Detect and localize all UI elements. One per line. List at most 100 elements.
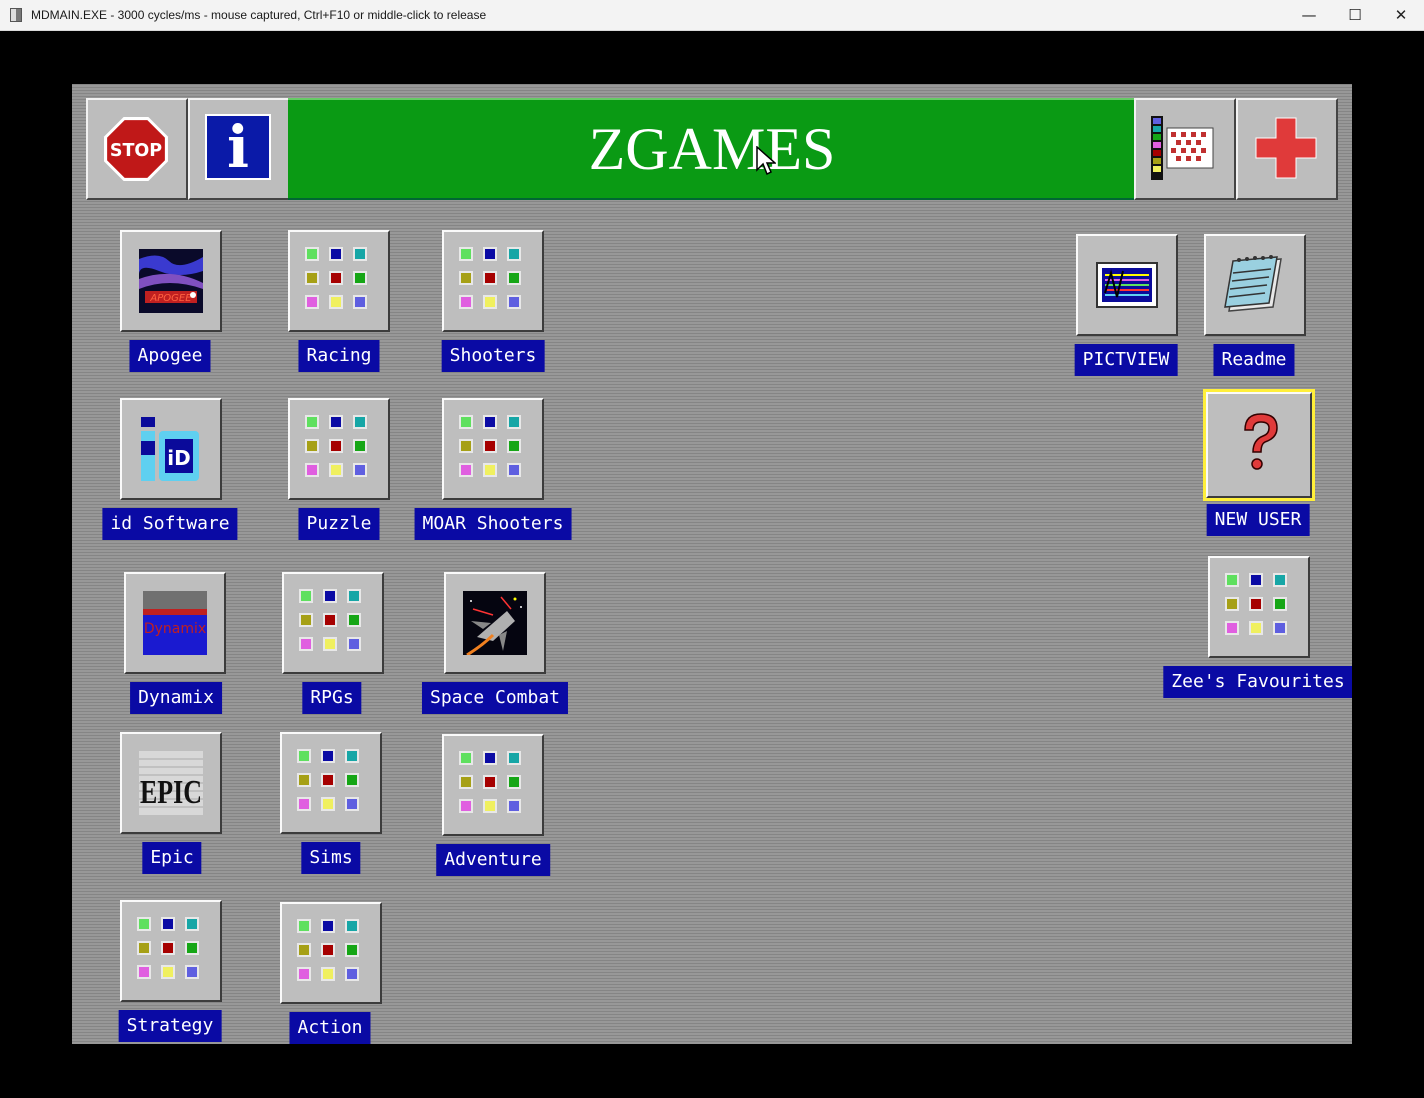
color-square — [321, 749, 335, 763]
space-combat-label[interactable]: Space Combat — [421, 682, 569, 714]
sims-label[interactable]: Sims — [301, 842, 361, 874]
shooters-icon-button[interactable] — [442, 230, 544, 332]
color-square — [305, 415, 319, 429]
minimize-button[interactable]: — — [1286, 0, 1332, 30]
shooters-label[interactable]: Shooters — [441, 340, 545, 372]
color-square — [329, 439, 343, 453]
apogee-logo-icon: APOGEE — [139, 249, 203, 313]
apogee-icon-button[interactable]: APOGEE — [120, 230, 222, 332]
color-square — [345, 773, 359, 787]
moar-shooters-label[interactable]: MOAR Shooters — [414, 508, 572, 540]
rpgs-label[interactable]: RPGs — [302, 682, 362, 714]
program-group-icon — [299, 589, 367, 657]
color-square — [459, 799, 473, 813]
adventure-label[interactable]: Adventure — [436, 844, 550, 876]
program-group-icon — [297, 919, 365, 987]
apogee-logo-text: APOGEE — [149, 293, 192, 304]
color-square — [299, 637, 313, 651]
color-square — [483, 775, 497, 789]
color-square — [137, 941, 151, 955]
color-square — [1225, 573, 1239, 587]
question-mark-icon — [1244, 413, 1278, 470]
apogee-label[interactable]: Apogee — [129, 340, 211, 372]
color-square — [353, 415, 367, 429]
color-square — [459, 463, 473, 477]
color-square — [507, 295, 521, 309]
color-square — [353, 271, 367, 285]
zees-favourites-icon-button[interactable] — [1208, 556, 1310, 658]
color-square — [323, 637, 337, 651]
puzzle-label[interactable]: Puzzle — [298, 508, 380, 540]
color-square — [305, 295, 319, 309]
racing-label[interactable]: Racing — [298, 340, 380, 372]
epic-icon-button[interactable]: EPIC — [120, 732, 222, 834]
color-square — [297, 919, 311, 933]
notepad-icon — [1224, 255, 1282, 312]
id-software-logo-icon: iD — [141, 417, 199, 481]
palette-grid-icon — [1151, 116, 1214, 180]
color-square — [507, 439, 521, 453]
id-software-icon-button[interactable]: iD — [120, 398, 222, 500]
color-square — [329, 271, 343, 285]
window-titlebar[interactable]: MDMAIN.EXE - 3000 cycles/ms - mouse capt… — [0, 0, 1424, 31]
color-square — [459, 415, 473, 429]
id-software-label[interactable]: id Software — [102, 508, 238, 540]
space-combat-icon-button[interactable] — [444, 572, 546, 674]
stop-button[interactable]: STOP — [86, 98, 188, 200]
readme-label[interactable]: Readme — [1213, 344, 1295, 376]
readme-icon-button[interactable] — [1204, 234, 1306, 336]
action-label[interactable]: Action — [289, 1012, 371, 1044]
moar-shooters-icon-button[interactable] — [442, 398, 544, 500]
color-square — [353, 463, 367, 477]
color-square — [347, 613, 361, 627]
color-square — [1273, 621, 1287, 635]
maximize-button[interactable]: ☐ — [1332, 0, 1378, 30]
color-square — [305, 247, 319, 261]
program-group-icon — [305, 247, 373, 315]
sims-icon-button[interactable] — [280, 732, 382, 834]
puzzle-icon-button[interactable] — [288, 398, 390, 500]
add-button[interactable] — [1236, 98, 1338, 200]
color-square — [1225, 597, 1239, 611]
new-user-icon-button[interactable] — [1203, 389, 1315, 501]
adventure-icon-button[interactable] — [442, 734, 544, 836]
strategy-label[interactable]: Strategy — [118, 1010, 222, 1042]
info-button[interactable]: i — [188, 98, 290, 200]
color-square — [297, 773, 311, 787]
stop-label: STOP — [110, 141, 162, 161]
zees-favourites-label[interactable]: Zee's Favourites — [1163, 666, 1352, 698]
rpgs-icon-button[interactable] — [282, 572, 384, 674]
color-square — [459, 775, 473, 789]
color-square — [483, 439, 497, 453]
color-square — [1249, 597, 1263, 611]
palette-button[interactable] — [1134, 98, 1236, 200]
color-square — [1225, 621, 1239, 635]
color-square — [507, 463, 521, 477]
racing-icon-button[interactable] — [288, 230, 390, 332]
color-square — [483, 751, 497, 765]
color-square — [329, 463, 343, 477]
color-square — [161, 965, 175, 979]
dynamix-label[interactable]: Dynamix — [130, 682, 222, 714]
pictview-label[interactable]: PICTVIEW — [1074, 344, 1178, 376]
pictview-icon-button[interactable] — [1076, 234, 1178, 336]
color-square — [329, 295, 343, 309]
id-logo-text: iD — [167, 446, 190, 470]
strategy-icon-button[interactable] — [120, 900, 222, 1002]
action-icon-button[interactable] — [280, 902, 382, 1004]
new-user-label[interactable]: NEW USER — [1206, 504, 1310, 536]
epic-logo-icon: EPIC — [139, 751, 203, 815]
color-square — [483, 799, 497, 813]
color-square — [329, 415, 343, 429]
color-square — [299, 589, 313, 603]
color-square — [161, 917, 175, 931]
color-square — [297, 967, 311, 981]
epic-label[interactable]: Epic — [142, 842, 202, 874]
color-square — [507, 271, 521, 285]
dynamix-icon-button[interactable]: Dynamix — [124, 572, 226, 674]
close-button[interactable]: ✕ — [1378, 0, 1424, 30]
color-square — [321, 773, 335, 787]
color-square — [1249, 621, 1263, 635]
color-square — [345, 943, 359, 957]
info-icon: i — [205, 114, 271, 180]
